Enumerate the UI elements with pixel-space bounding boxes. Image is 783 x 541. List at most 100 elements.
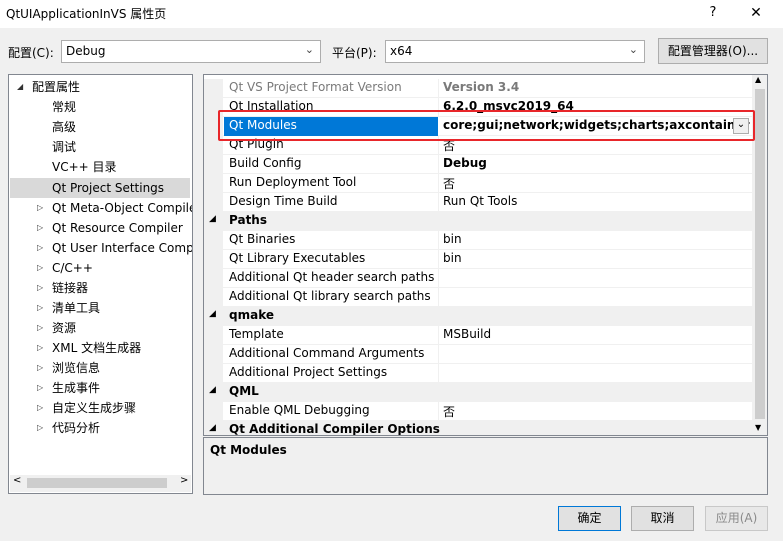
close-button[interactable]: ✕ bbox=[745, 3, 767, 23]
property-name: Design Time Build bbox=[229, 194, 338, 208]
platform-dropdown[interactable]: x64 ⌄ bbox=[385, 40, 645, 63]
collapsed-arrow-icon[interactable]: ▷ bbox=[37, 383, 43, 392]
grid-row[interactable]: Additional Project Settings bbox=[204, 364, 752, 383]
scroll-thumb[interactable] bbox=[755, 89, 765, 419]
collapsed-arrow-icon[interactable]: ▷ bbox=[37, 303, 43, 312]
grid-row[interactable]: Enable QML Debugging 否 bbox=[204, 402, 752, 421]
category-paths[interactable]: ◢ Paths bbox=[204, 212, 752, 231]
tree-item-resources[interactable]: 资源 bbox=[52, 318, 76, 338]
grid-row[interactable]: Additional Qt header search paths bbox=[204, 269, 752, 288]
property-value: 否 bbox=[443, 177, 456, 191]
help-button[interactable]: ? bbox=[703, 3, 723, 23]
platform-label: 平台(P): bbox=[332, 46, 377, 60]
property-name: Run Deployment Tool bbox=[229, 175, 357, 189]
grid-row[interactable]: Qt VS Project Format Version Version 3.4 bbox=[204, 79, 752, 98]
property-name: Additional Project Settings bbox=[229, 365, 388, 379]
property-name: Enable QML Debugging bbox=[229, 403, 370, 417]
grid-row[interactable]: Design Time Build Run Qt Tools bbox=[204, 193, 752, 212]
scroll-right-icon[interactable]: > bbox=[180, 475, 188, 486]
property-value: Version 3.4 bbox=[443, 80, 520, 94]
grid-row[interactable]: Build Config Debug bbox=[204, 155, 752, 174]
property-name: Qt Binaries bbox=[229, 232, 296, 246]
tree-item-linker[interactable]: 链接器 bbox=[52, 278, 88, 298]
tree-root[interactable]: 配置属性 bbox=[32, 77, 80, 97]
collapse-arrow-icon[interactable]: ◢ bbox=[209, 423, 216, 433]
config-value: Debug bbox=[66, 44, 106, 58]
tree-item-cpp[interactable]: C/C++ bbox=[52, 258, 93, 278]
scroll-down-icon[interactable]: ▼ bbox=[755, 423, 761, 432]
property-name: Qt Library Executables bbox=[229, 251, 366, 265]
collapsed-arrow-icon[interactable]: ▷ bbox=[37, 283, 43, 292]
category-label: qmake bbox=[229, 308, 274, 322]
tree-item-qt-project-settings[interactable]: Qt Project Settings bbox=[52, 178, 164, 198]
property-value: bin bbox=[443, 232, 462, 246]
property-name: Additional Qt header search paths bbox=[229, 270, 435, 284]
category-compiler-options[interactable]: ◢ Qt Additional Compiler Options bbox=[204, 421, 752, 436]
property-name: Additional Qt library search paths bbox=[229, 289, 431, 303]
tree-item-manifest-tool[interactable]: 清单工具 bbox=[52, 298, 100, 318]
grid-row[interactable]: Additional Command Arguments bbox=[204, 345, 752, 364]
apply-button[interactable]: 应用(A) bbox=[705, 506, 768, 531]
property-tree: ◢ 配置属性 常规 高级 调试 VC++ 目录 Qt Project Setti… bbox=[8, 74, 193, 494]
config-manager-button[interactable]: 配置管理器(O)... bbox=[658, 38, 768, 64]
cancel-button[interactable]: 取消 bbox=[631, 506, 694, 531]
tree-item-vc-directories[interactable]: VC++ 目录 bbox=[52, 157, 117, 177]
chevron-down-icon: ⌄ bbox=[304, 43, 314, 56]
tree-item-general[interactable]: 常规 bbox=[52, 97, 76, 117]
collapsed-arrow-icon[interactable]: ▷ bbox=[37, 203, 43, 212]
property-value: 否 bbox=[443, 405, 456, 419]
horizontal-scrollbar[interactable]: < > bbox=[10, 475, 191, 492]
grid-row[interactable]: Template MSBuild bbox=[204, 326, 752, 345]
tree-item-qt-uic[interactable]: Qt User Interface Comp bbox=[52, 238, 192, 258]
collapsed-arrow-icon[interactable]: ▷ bbox=[37, 263, 43, 272]
collapsed-arrow-icon[interactable]: ▷ bbox=[37, 243, 43, 252]
tree-item-qt-rcc[interactable]: Qt Resource Compiler bbox=[52, 218, 183, 238]
annotation-highlight-box bbox=[218, 110, 755, 141]
scroll-left-icon[interactable]: < bbox=[13, 475, 21, 486]
collapsed-arrow-icon[interactable]: ▷ bbox=[37, 423, 43, 432]
grid-row[interactable]: Additional Qt library search paths bbox=[204, 288, 752, 307]
category-label: QML bbox=[229, 384, 259, 398]
chevron-down-icon: ⌄ bbox=[628, 43, 638, 56]
category-label: Qt Additional Compiler Options bbox=[229, 422, 440, 436]
config-dropdown[interactable]: Debug ⌄ bbox=[61, 40, 321, 63]
description-panel: Qt Modules bbox=[203, 437, 768, 495]
title-bar: QtUIApplicationInVS 属性页 ? ✕ bbox=[0, 0, 783, 28]
tree-item-debugging[interactable]: 调试 bbox=[52, 137, 76, 157]
collapsed-arrow-icon[interactable]: ▷ bbox=[37, 363, 43, 372]
expanded-arrow-icon[interactable]: ◢ bbox=[17, 82, 23, 91]
property-name: Qt VS Project Format Version bbox=[229, 80, 402, 94]
property-value: MSBuild bbox=[443, 327, 492, 341]
collapsed-arrow-icon[interactable]: ▷ bbox=[37, 223, 43, 232]
tree-item-browse-info[interactable]: 浏览信息 bbox=[52, 358, 100, 378]
collapsed-arrow-icon[interactable]: ▷ bbox=[37, 343, 43, 352]
tree-item-code-analysis[interactable]: 代码分析 bbox=[52, 418, 100, 438]
collapse-arrow-icon[interactable]: ◢ bbox=[209, 385, 216, 395]
tree-item-qt-moc[interactable]: Qt Meta-Object Compile bbox=[52, 198, 192, 218]
tree-item-build-events[interactable]: 生成事件 bbox=[52, 378, 100, 398]
category-label: Paths bbox=[229, 213, 267, 227]
category-qmake[interactable]: ◢ qmake bbox=[204, 307, 752, 326]
property-value: bin bbox=[443, 251, 462, 265]
tree-item-custom-build[interactable]: 自定义生成步骤 bbox=[52, 398, 136, 418]
scroll-up-icon[interactable]: ▲ bbox=[755, 75, 761, 84]
tree-item-advanced[interactable]: 高级 bbox=[52, 117, 76, 137]
description-title: Qt Modules bbox=[210, 443, 287, 457]
window-title: QtUIApplicationInVS 属性页 bbox=[6, 7, 167, 21]
property-value: Debug bbox=[443, 156, 487, 170]
property-name: Additional Command Arguments bbox=[229, 346, 425, 360]
collapsed-arrow-icon[interactable]: ▷ bbox=[37, 323, 43, 332]
grid-row[interactable]: Qt Binaries bin bbox=[204, 231, 752, 250]
grid-row[interactable]: Qt Library Executables bin bbox=[204, 250, 752, 269]
platform-value: x64 bbox=[390, 44, 413, 58]
property-name: Template bbox=[229, 327, 284, 341]
collapse-arrow-icon[interactable]: ◢ bbox=[209, 309, 216, 319]
property-name: Build Config bbox=[229, 156, 302, 170]
collapse-arrow-icon[interactable]: ◢ bbox=[209, 214, 216, 224]
ok-button[interactable]: 确定 bbox=[558, 506, 621, 531]
collapsed-arrow-icon[interactable]: ▷ bbox=[37, 403, 43, 412]
tree-item-xml-doc[interactable]: XML 文档生成器 bbox=[52, 338, 141, 358]
scroll-thumb[interactable] bbox=[27, 478, 167, 488]
category-qml[interactable]: ◢ QML bbox=[204, 383, 752, 402]
grid-row[interactable]: Run Deployment Tool 否 bbox=[204, 174, 752, 193]
